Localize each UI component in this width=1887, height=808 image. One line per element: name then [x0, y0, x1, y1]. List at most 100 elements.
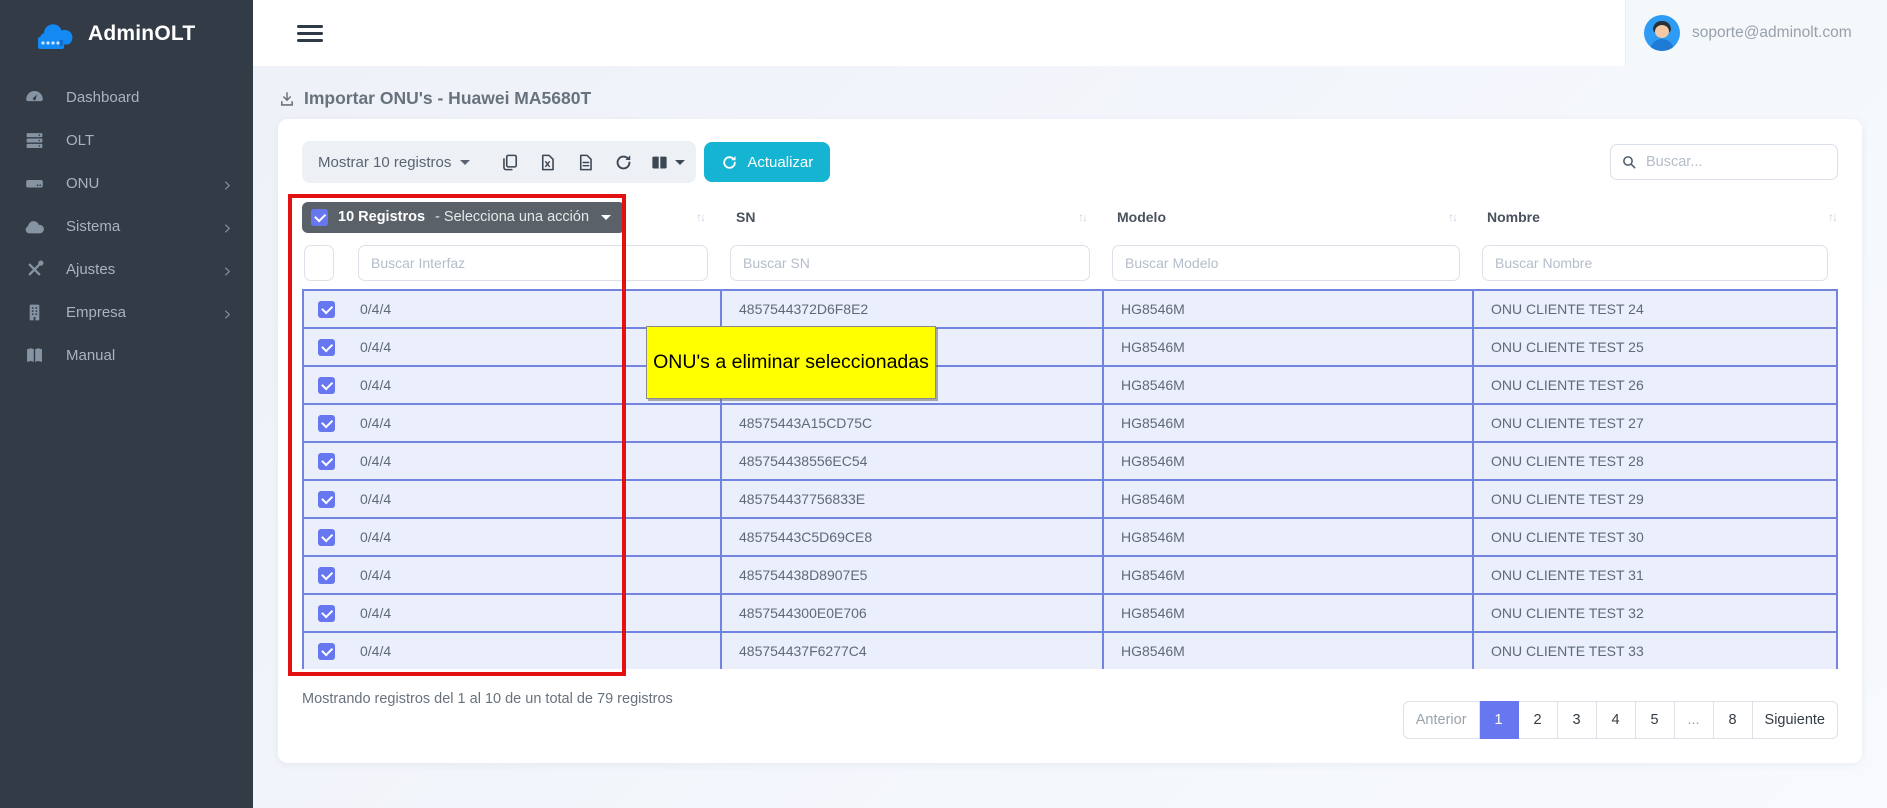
copy-button[interactable]: [492, 145, 526, 179]
row-checkbox[interactable]: [318, 301, 335, 318]
menu-toggle-icon[interactable]: [297, 21, 323, 46]
column-header-nombre[interactable]: Nombre ↑↓: [1470, 209, 1838, 225]
sidebar-item-olt[interactable]: OLT: [0, 119, 253, 162]
row-checkbox[interactable]: [318, 567, 335, 584]
table-row: 0/4/4 HG8546M ONU CLIENTE TEST 25: [302, 327, 1838, 365]
pagination: Anterior 1 2 3 4 5 ... 8 Siguiente: [1403, 701, 1838, 739]
cloud-logo-icon: [30, 17, 78, 51]
filter-nombre-input[interactable]: [1482, 245, 1828, 281]
cell-nombre: ONU CLIENTE TEST 29: [1472, 481, 1836, 517]
actualizar-button[interactable]: Actualizar: [704, 142, 830, 182]
card-toolbar: Mostrar 10 registros: [302, 141, 1838, 183]
pagination-page-3[interactable]: 3: [1558, 701, 1597, 739]
cell-nombre: ONU CLIENTE TEST 24: [1472, 291, 1836, 327]
row-checkbox[interactable]: [318, 415, 335, 432]
book-icon: [24, 345, 45, 366]
chevron-right-icon: [222, 178, 233, 189]
sidebar-item-label: Empresa: [66, 304, 222, 321]
row-checkbox[interactable]: [318, 377, 335, 394]
filter-modelo-input[interactable]: [1112, 245, 1460, 281]
cell-nombre: ONU CLIENTE TEST 32: [1472, 595, 1836, 631]
sidebar-nav: Dashboard OLT ONU Sistema Ajustes: [0, 66, 253, 377]
brand-name: AdminOLT: [88, 22, 195, 46]
filter-interfaz-input[interactable]: [358, 245, 708, 281]
export-excel-button[interactable]: [530, 145, 564, 179]
pagination-prev[interactable]: Anterior: [1403, 701, 1480, 739]
sidebar-item-label: Dashboard: [66, 89, 233, 106]
cell-sn: 48575443A15CD75C: [720, 405, 1102, 441]
search-input[interactable]: [1646, 154, 1827, 170]
sort-icon[interactable]: ↑↓: [1078, 210, 1100, 224]
sidebar-item-label: ONU: [66, 175, 222, 192]
main-area: soporte@adminolt.com Importar ONU's - Hu…: [253, 0, 1887, 808]
cloud-icon: [24, 216, 45, 237]
sort-icon[interactable]: ↑↓: [1448, 210, 1470, 224]
row-checkbox[interactable]: [318, 453, 335, 470]
table-row: 0/4/4 48575443C5D69CE8 HG8546M ONU CLIEN…: [302, 517, 1838, 555]
sidebar-item-sistema[interactable]: Sistema: [0, 205, 253, 248]
select-all-checkbox[interactable]: [311, 209, 328, 226]
building-icon: [24, 302, 45, 323]
pagination-next[interactable]: Siguiente: [1753, 701, 1838, 739]
column-label: Nombre: [1487, 209, 1540, 225]
checkbox-column-filter[interactable]: [304, 245, 334, 281]
sort-icon[interactable]: ↑↓: [696, 210, 718, 224]
table-tools: Mostrar 10 registros: [302, 141, 696, 183]
caret-down-icon: [460, 160, 470, 165]
export-file-button[interactable]: [568, 145, 602, 179]
sort-icon[interactable]: ↑↓: [1828, 210, 1838, 224]
sync-icon: [721, 154, 738, 171]
pagination-page-1[interactable]: 1: [1480, 701, 1519, 739]
table-filter-row: [302, 237, 1838, 289]
column-header-sn[interactable]: SN ↑↓: [718, 209, 1100, 225]
reload-button[interactable]: [606, 145, 640, 179]
filter-sn-input[interactable]: [730, 245, 1090, 281]
page-title: Importar ONU's - Huawei MA5680T: [278, 88, 1887, 109]
table-row: 0/4/4 485754438556EC54 HG8546M ONU CLIEN…: [302, 441, 1838, 479]
column-label: SN: [736, 209, 755, 225]
row-checkbox[interactable]: [318, 339, 335, 356]
pagination-page-8[interactable]: 8: [1714, 701, 1753, 739]
cell-sn: 485754437F6277C4: [720, 633, 1102, 669]
search-icon: [1621, 154, 1637, 170]
chevron-right-icon: [222, 221, 233, 232]
chevron-right-icon: [222, 264, 233, 275]
sidebar-item-manual[interactable]: Manual: [0, 334, 253, 377]
cell-interfaz: 0/4/4: [348, 595, 720, 631]
row-checkbox[interactable]: [318, 529, 335, 546]
length-menu-label: Mostrar 10 registros: [318, 154, 451, 171]
bulk-action-dropdown[interactable]: 10 Registros - Selecciona una acción: [302, 202, 625, 233]
pagination-page-2[interactable]: 2: [1519, 701, 1558, 739]
table-search: [1610, 144, 1838, 180]
cell-nombre: ONU CLIENTE TEST 26: [1472, 367, 1836, 403]
cell-sn: 485754438D8907E5: [720, 557, 1102, 593]
columns-visibility-button[interactable]: [644, 145, 690, 179]
table-row: 0/4/4 4857544300E0E706 HG8546M ONU CLIEN…: [302, 593, 1838, 631]
brand[interactable]: AdminOLT: [0, 0, 253, 66]
chevron-right-icon: [222, 307, 233, 318]
length-menu-dropdown[interactable]: Mostrar 10 registros: [318, 154, 488, 171]
row-checkbox[interactable]: [318, 643, 335, 660]
column-label: Modelo: [1117, 209, 1166, 225]
cell-sn: 485754438556EC54: [720, 443, 1102, 479]
row-checkbox[interactable]: [318, 491, 335, 508]
user-menu[interactable]: soporte@adminolt.com: [1625, 0, 1887, 66]
cell-modelo: HG8546M: [1102, 557, 1472, 593]
gauge-icon: [24, 87, 45, 108]
file-excel-icon: [538, 153, 557, 172]
sidebar-item-empresa[interactable]: Empresa: [0, 291, 253, 334]
pagination-page-4[interactable]: 4: [1597, 701, 1636, 739]
sidebar-item-ajustes[interactable]: Ajustes: [0, 248, 253, 291]
column-header-modelo[interactable]: Modelo ↑↓: [1100, 209, 1470, 225]
table-row: 0/4/4 485754437756833E HG8546M ONU CLIEN…: [302, 479, 1838, 517]
bulk-action-label: - Selecciona una acción: [435, 209, 589, 225]
cell-interfaz: 0/4/4: [348, 291, 720, 327]
sidebar-item-onu[interactable]: ONU: [0, 162, 253, 205]
cell-modelo: HG8546M: [1102, 519, 1472, 555]
pagination-page-5[interactable]: 5: [1636, 701, 1675, 739]
cell-modelo: HG8546M: [1102, 291, 1472, 327]
topbar: soporte@adminolt.com: [253, 0, 1887, 66]
sidebar-item-label: Manual: [66, 347, 233, 364]
row-checkbox[interactable]: [318, 605, 335, 622]
sidebar-item-dashboard[interactable]: Dashboard: [0, 76, 253, 119]
